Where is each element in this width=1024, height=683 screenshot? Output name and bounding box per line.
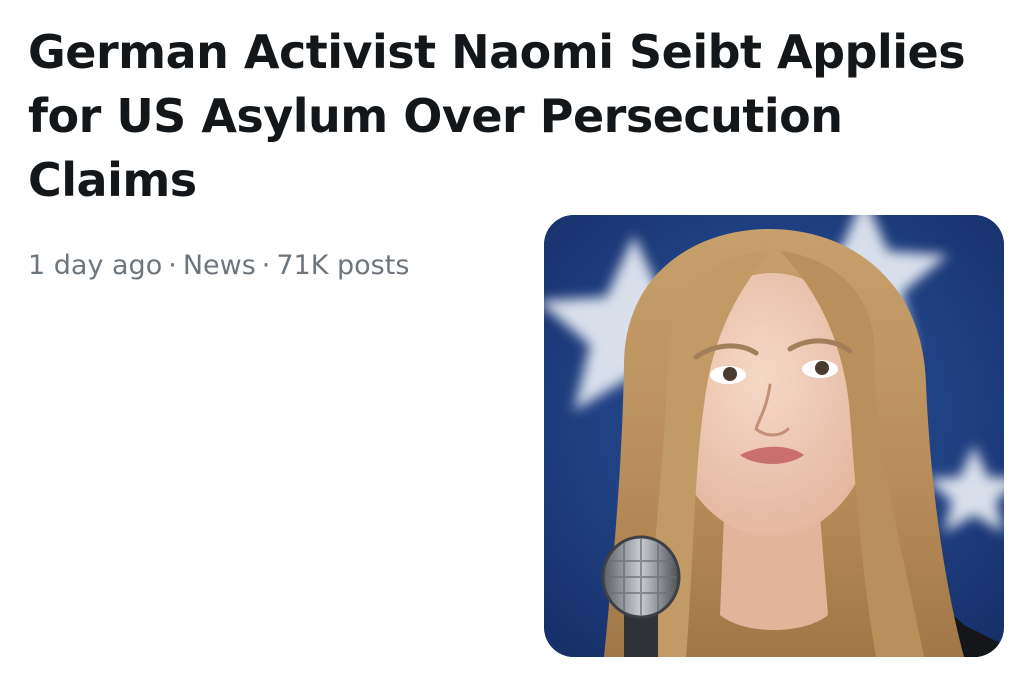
person-photo-icon xyxy=(544,215,1004,657)
meta-separator: · xyxy=(261,250,271,281)
timestamp: 1 day ago xyxy=(28,250,163,281)
headline[interactable]: German Activist Naomi Seibt Applies for … xyxy=(28,20,1008,212)
article-meta: 1 day ago · News · 71K posts xyxy=(28,246,409,286)
article-thumbnail[interactable] xyxy=(544,215,1004,657)
news-trend-card[interactable]: German Activist Naomi Seibt Applies for … xyxy=(0,0,1024,683)
post-count: 71K posts xyxy=(276,250,410,281)
meta-separator: · xyxy=(168,250,177,281)
category-label: News xyxy=(182,250,256,281)
